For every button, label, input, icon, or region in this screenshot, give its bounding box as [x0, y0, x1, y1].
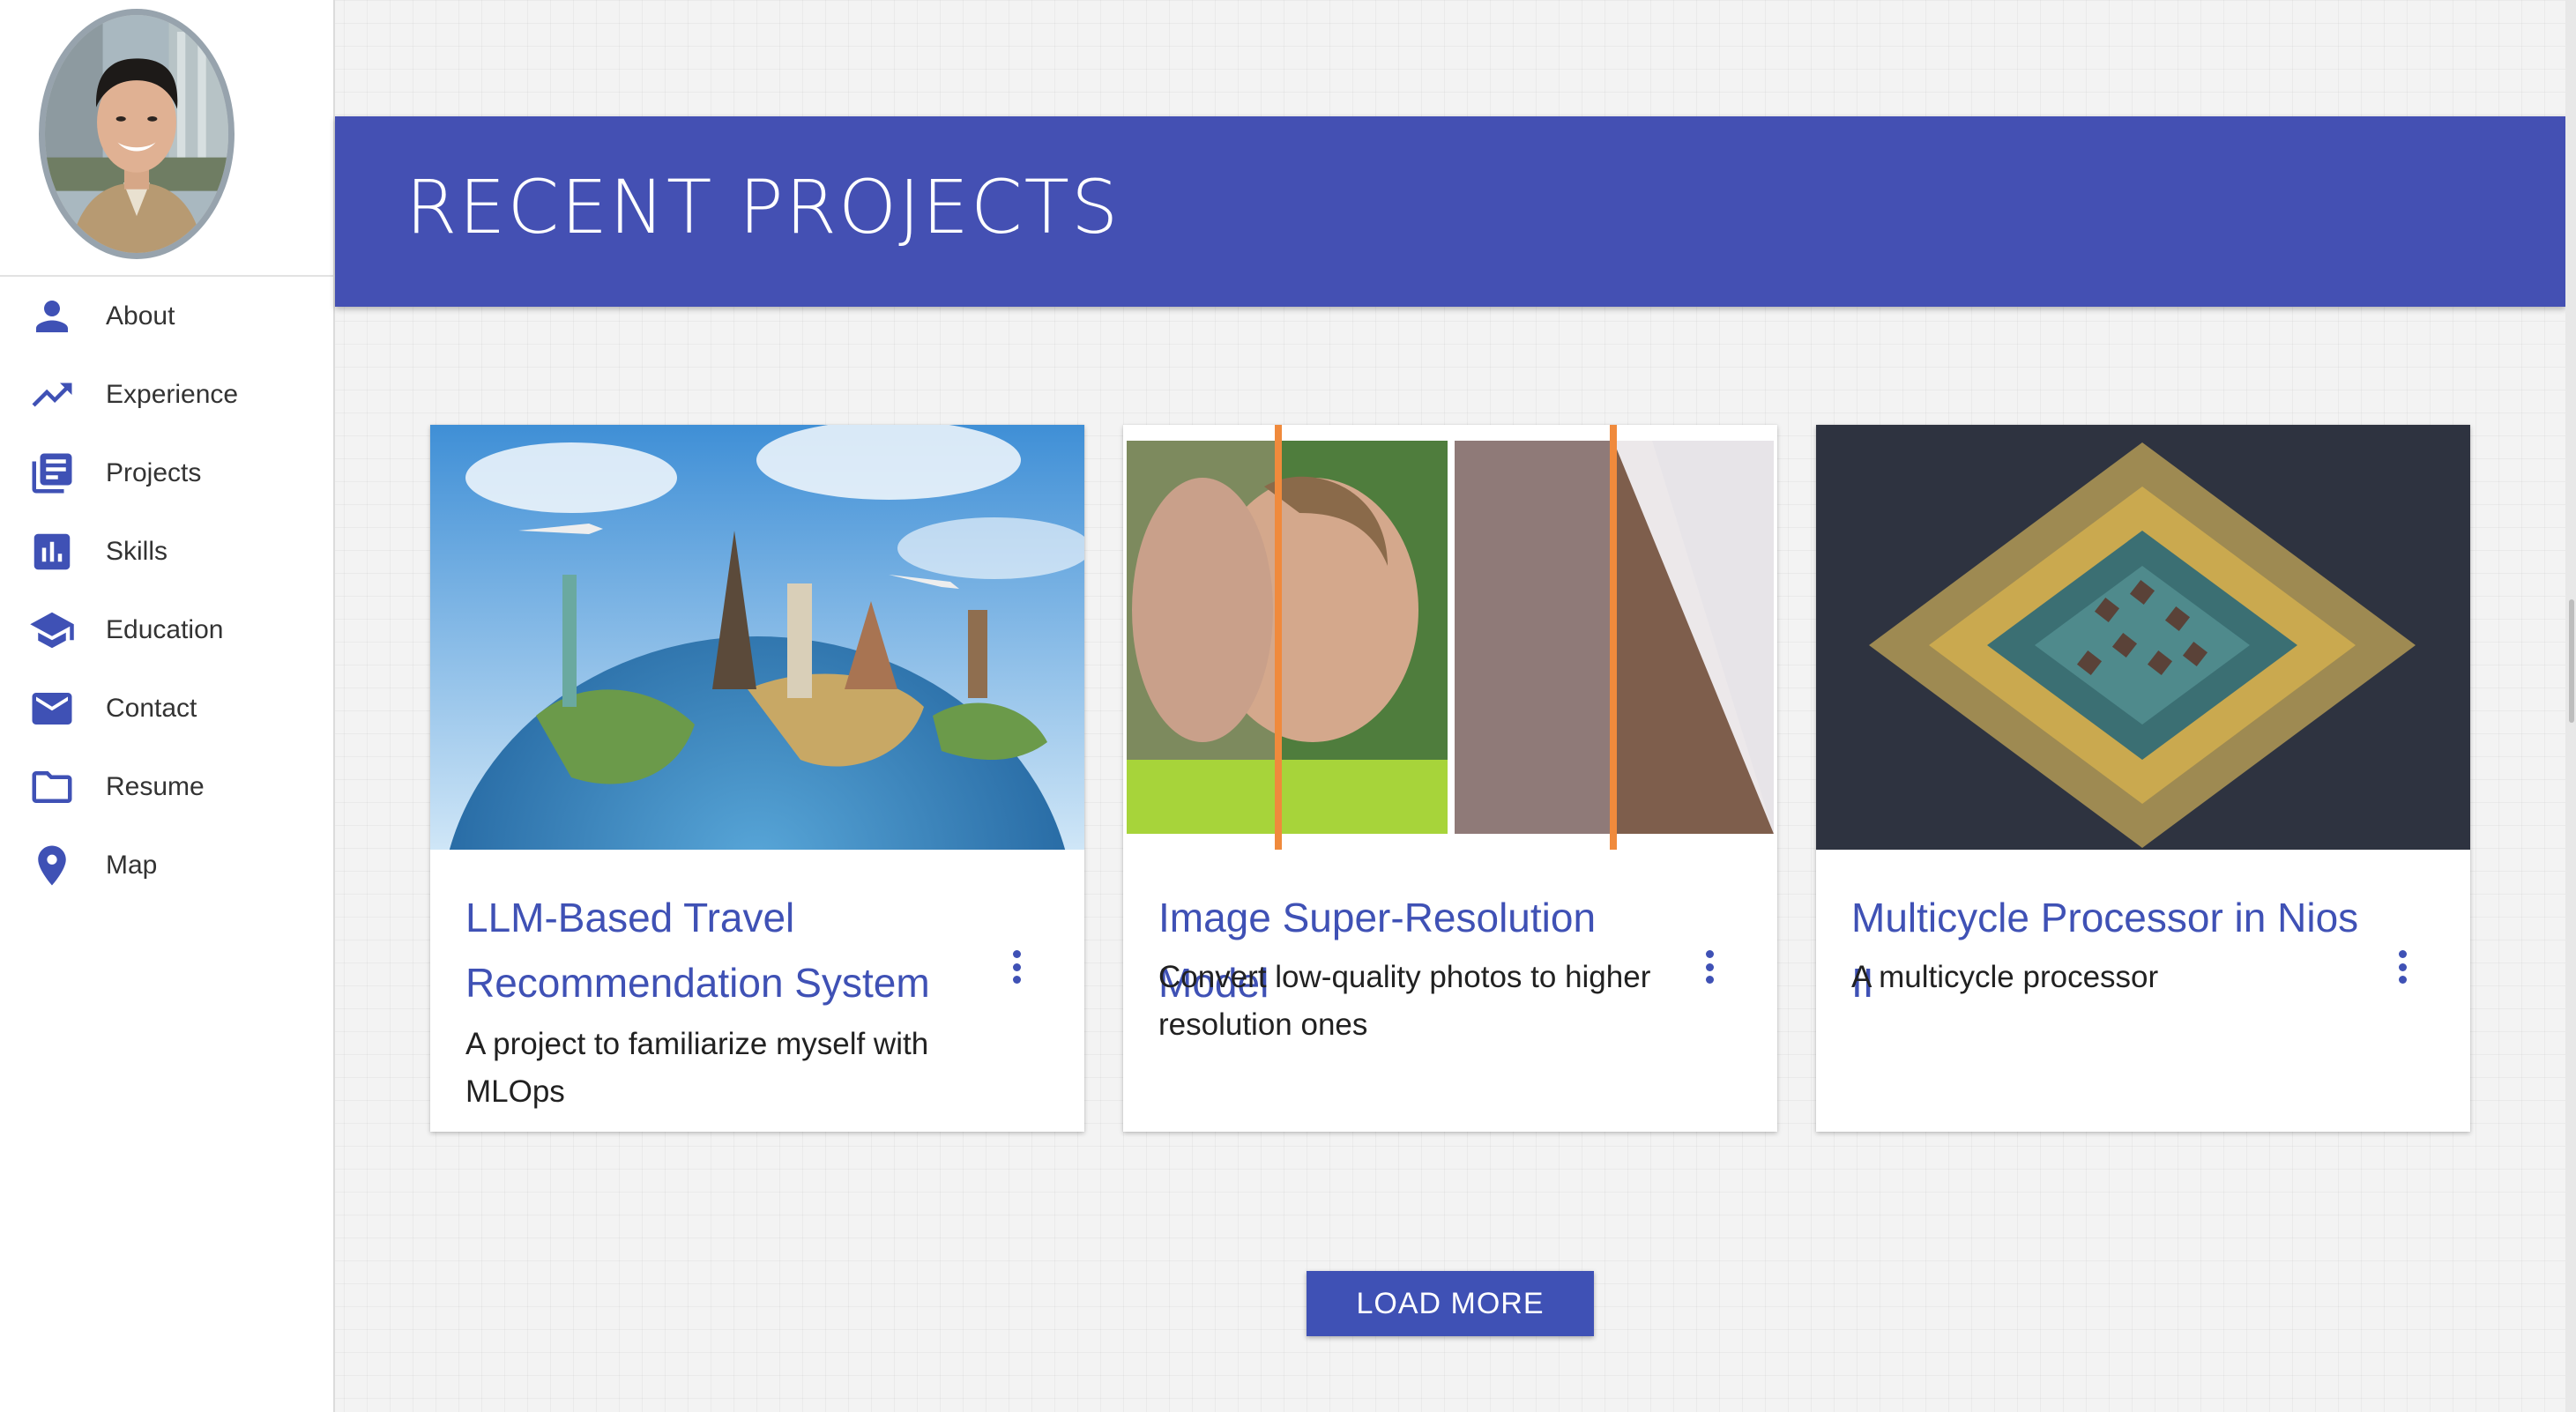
sidebar-item-label: Contact	[106, 693, 197, 723]
sidebar-item-label: Projects	[106, 457, 202, 487]
more-vert-icon[interactable]	[2389, 945, 2416, 989]
project-description: Convert low-quality photos to higher res…	[1158, 960, 1651, 1042]
project-title[interactable]: LLM-Based Travel Recommendation System	[465, 885, 977, 1015]
person-icon	[28, 293, 76, 340]
sidebar-item-label: About	[106, 301, 175, 331]
sidebar-item-label: Map	[106, 850, 158, 880]
sidebar-item-skills[interactable]: Skills	[0, 512, 333, 591]
sidebar-nav: About Experience Projects Skills Educati…	[0, 277, 333, 904]
school-icon	[28, 606, 76, 654]
location-pin-icon	[28, 842, 76, 889]
sidebar-item-label: Experience	[106, 379, 239, 409]
load-more-button[interactable]: LOAD MORE	[1307, 1271, 1594, 1336]
folder-icon	[28, 763, 76, 811]
page-title: RECENT PROJECTS	[406, 164, 1120, 250]
sidebar-item-resume[interactable]: Resume	[0, 747, 333, 826]
project-description: A project to familiarize myself with MLO…	[465, 1027, 929, 1109]
project-card: Image Super-Resolution Model Convert low…	[1123, 425, 1777, 1132]
project-card: Multicycle Processor in Nios II A multic…	[1816, 425, 2470, 1132]
sidebar-item-experience[interactable]: Experience	[0, 355, 333, 434]
project-image[interactable]	[1123, 425, 1777, 850]
profile-header	[0, 0, 333, 277]
sidebar-item-label: Resume	[106, 771, 205, 801]
avatar	[39, 9, 235, 259]
scrollbar-thumb[interactable]	[2569, 599, 2574, 723]
library-books-icon	[28, 450, 76, 497]
sidebar-item-map[interactable]: Map	[0, 826, 333, 904]
more-vert-icon[interactable]	[1003, 945, 1030, 989]
sidebar-item-about[interactable]: About	[0, 277, 333, 355]
project-card: LLM-Based Travel Recommendation System A…	[430, 425, 1084, 1132]
sidebar-item-label: Skills	[106, 536, 168, 566]
sidebar-item-education[interactable]: Education	[0, 591, 333, 669]
sidebar-item-contact[interactable]: Contact	[0, 669, 333, 747]
mail-icon	[28, 685, 76, 732]
section-header: RECENT PROJECTS	[335, 116, 2565, 307]
project-image[interactable]	[1816, 425, 2470, 850]
trending-up-icon	[28, 371, 76, 419]
bar-chart-icon	[28, 528, 76, 576]
more-vert-icon[interactable]	[1696, 945, 1723, 989]
sidebar: About Experience Projects Skills Educati…	[0, 0, 335, 1412]
project-image[interactable]	[430, 425, 1084, 850]
scrollbar[interactable]	[2565, 0, 2576, 1412]
project-description: A multicycle processor	[1851, 960, 2159, 994]
sidebar-item-projects[interactable]: Projects	[0, 434, 333, 512]
sidebar-item-label: Education	[106, 614, 224, 644]
